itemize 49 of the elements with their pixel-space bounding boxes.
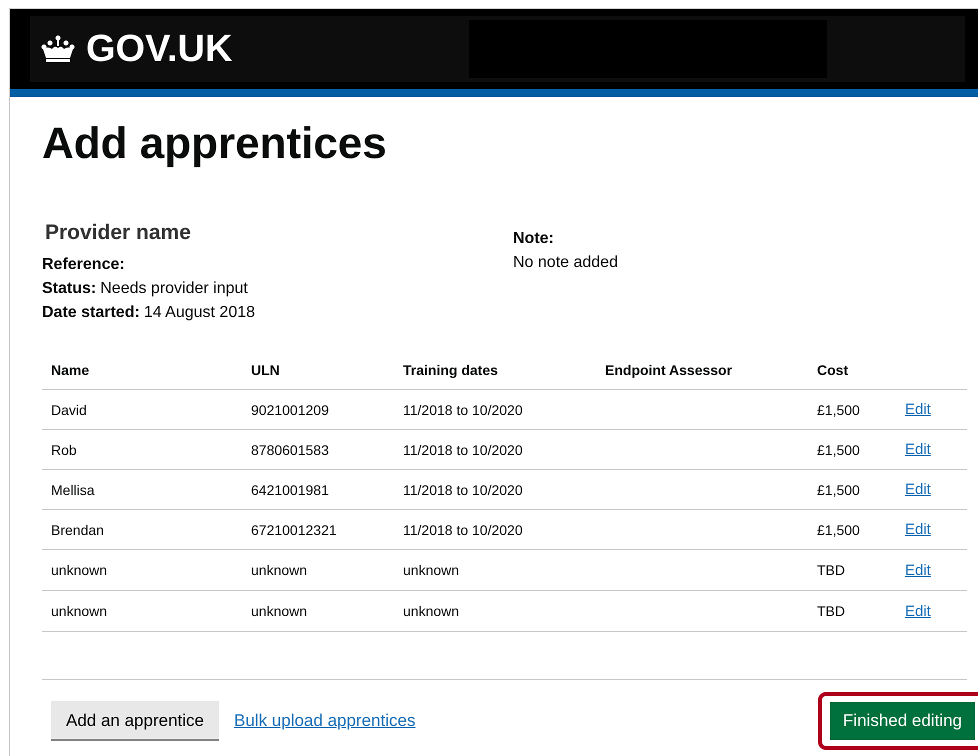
table-cell: Rob [51, 442, 77, 458]
edit-link[interactable]: Edit [905, 562, 931, 578]
crown-icon [40, 35, 76, 63]
table-cell: unknown [51, 562, 108, 578]
column-header: Training dates [403, 362, 498, 378]
column-header: Name [51, 362, 90, 378]
edit-link[interactable]: Edit [905, 481, 931, 498]
table-cell: 67210012321 [251, 522, 337, 538]
table-cell: £1,500 [817, 522, 860, 538]
add-apprentice-button[interactable]: Add an apprentice [51, 701, 219, 741]
finished-editing-button[interactable]: Finished editing [830, 702, 975, 740]
status-label: Status: [42, 279, 96, 299]
table-cell: 8780601583 [251, 442, 329, 458]
column-header: ULN [251, 362, 280, 378]
table-cell: unknown [403, 562, 460, 578]
column-header: Endpoint Assessor [605, 362, 732, 378]
table-cell: 6421001981 [251, 482, 329, 498]
table-cell: TBD [817, 603, 845, 619]
table-cell: £1,500 [817, 482, 860, 498]
table-cell: unknown [51, 603, 108, 619]
table-cell: £1,500 [817, 402, 860, 418]
bulk-upload-link[interactable]: Bulk upload apprentices [234, 711, 416, 731]
note-label: Note: [513, 229, 555, 249]
table-cell: unknown [403, 603, 460, 619]
table-cell: David [51, 402, 87, 418]
note-text: No note added [513, 253, 618, 273]
status-value: Needs provider input [100, 279, 248, 299]
table-cell: 11/2018 to 10/2020 [403, 402, 523, 418]
date-value: 14 August 2018 [144, 303, 256, 323]
edit-link[interactable]: Edit [905, 521, 931, 538]
table-cell: 9021001209 [251, 402, 329, 418]
table-cell: unknown [251, 562, 308, 578]
table-cell: £1,500 [817, 442, 860, 458]
date-label: Date started: [42, 303, 140, 323]
provider-heading: Provider name [45, 221, 192, 245]
page-title: Add apprentices [42, 119, 388, 169]
table-cell: 11/2018 to 10/2020 [403, 442, 523, 458]
reference-label: Reference: [42, 255, 126, 275]
edit-link[interactable]: Edit [905, 401, 931, 418]
table-cell: 11/2018 to 10/2020 [403, 482, 523, 498]
edit-link[interactable]: Edit [905, 441, 931, 458]
table-cell: 11/2018 to 10/2020 [403, 522, 523, 538]
edit-link[interactable]: Edit [905, 602, 931, 620]
logo-text[interactable]: GOV.UK [86, 28, 232, 70]
table-cell: TBD [817, 562, 845, 578]
table-cell: unknown [251, 603, 308, 619]
table-cell: Mellisa [51, 482, 95, 498]
table-cell: Brendan [51, 522, 104, 538]
column-header: Cost [817, 362, 848, 378]
